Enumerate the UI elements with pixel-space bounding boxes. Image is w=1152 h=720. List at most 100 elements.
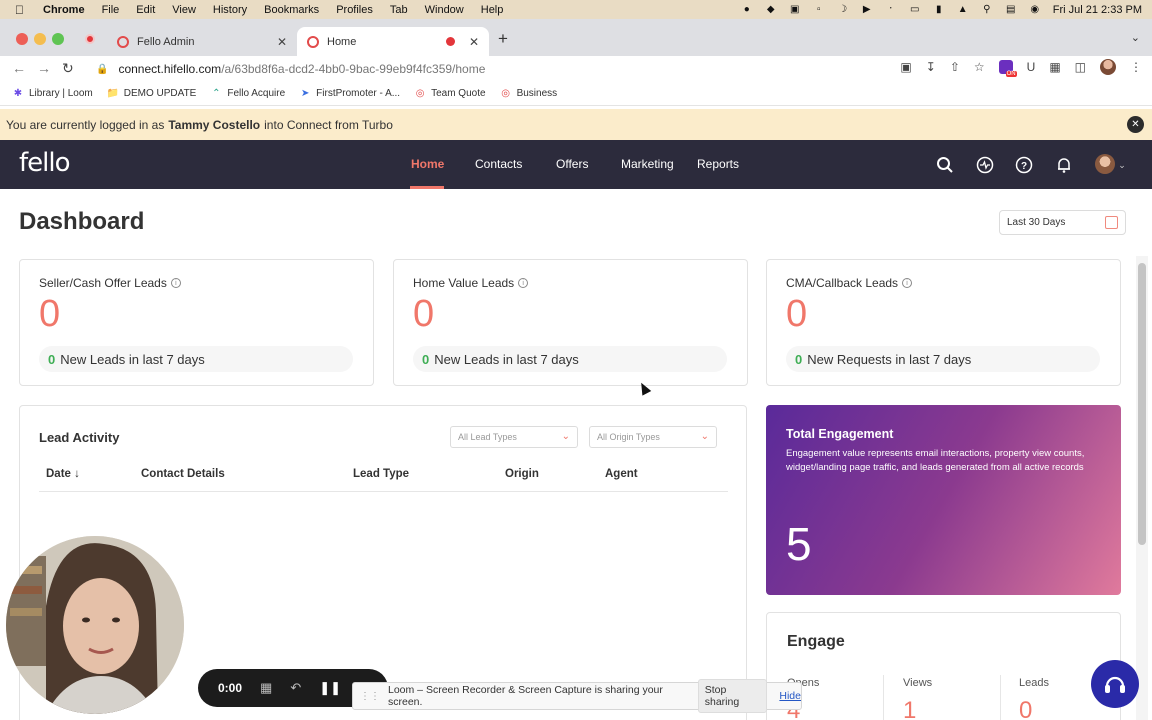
nav-reports[interactable]: Reports	[697, 157, 739, 171]
spotlight-search-icon[interactable]: ⚲	[981, 4, 993, 15]
profile-avatar[interactable]	[1100, 59, 1116, 75]
tab-title: Home	[327, 35, 357, 48]
bookmark-demo-update[interactable]: 📁 DEMO UPDATE	[107, 88, 197, 100]
drag-handle-icon[interactable]: ⋮⋮	[360, 691, 380, 702]
menu-bookmarks[interactable]: Bookmarks	[264, 4, 319, 16]
menu-profiles[interactable]: Profiles	[336, 4, 373, 16]
recording-indicator-icon	[85, 34, 95, 44]
lock-icon[interactable]: 🔒	[96, 64, 108, 75]
siri-icon[interactable]: ◉	[1029, 4, 1041, 15]
fello-circle-icon: ◎	[501, 88, 510, 99]
info-icon[interactable]: i	[170, 278, 181, 288]
nav-marketing[interactable]: Marketing	[621, 157, 674, 171]
menu-file[interactable]: File	[102, 4, 120, 16]
bookmark-star-icon[interactable]: ☆	[974, 60, 985, 74]
extension-u-icon[interactable]: U	[1027, 60, 1036, 74]
wifi-icon[interactable]: ▲	[957, 4, 969, 15]
tab-home[interactable]: Home ✕	[297, 27, 489, 56]
tab-close-icon[interactable]: ✕	[469, 35, 479, 49]
date-range-picker[interactable]: Last 30 Days	[999, 210, 1126, 235]
control-center-icon[interactable]: ▤	[1005, 4, 1017, 15]
bookmark-team-quote[interactable]: ◎ Team Quote	[414, 88, 486, 100]
column-header-date[interactable]: Date ↓	[46, 468, 80, 480]
menu-history[interactable]: History	[213, 4, 247, 16]
bookmark-library-loom[interactable]: ✱ Library | Loom	[12, 88, 93, 100]
engage-divider	[1000, 675, 1001, 720]
origin-type-filter[interactable]: All Origin Types ⌄	[589, 426, 717, 448]
window-close-button[interactable]	[16, 33, 28, 45]
stop-sharing-button[interactable]: Stop sharing	[697, 679, 768, 713]
display-icon[interactable]: ▭	[909, 4, 921, 15]
stat-label: Seller/Cash Offer Leads	[39, 276, 167, 290]
help-icon[interactable]: ?	[1014, 155, 1034, 175]
app-nav-bar: fello Home Contacts Offers Marketing Rep…	[0, 140, 1152, 189]
bookmarks-bar: ✱ Library | Loom 📁 DEMO UPDATE ⌃ Fello Acqu…	[0, 82, 1152, 106]
dropbox-icon[interactable]: ◆	[765, 4, 777, 15]
nav-offers[interactable]: Offers	[556, 157, 588, 171]
banner-close-icon[interactable]: ✕	[1127, 116, 1144, 133]
kebab-menu-icon[interactable]: ⋮	[1130, 60, 1142, 74]
new-tab-button[interactable]: +	[498, 29, 508, 49]
apple-menu-icon[interactable]: 	[15, 3, 29, 17]
window-minimize-button[interactable]	[34, 33, 46, 45]
column-label: Date	[46, 468, 71, 480]
menu-window[interactable]: Window	[425, 4, 464, 16]
puzzle-icon[interactable]: ▦	[1049, 60, 1060, 74]
hide-link[interactable]: Hide	[779, 690, 801, 702]
menu-tab[interactable]: Tab	[390, 4, 408, 16]
battery-icon[interactable]: ▮	[933, 4, 945, 15]
calendar-icon[interactable]	[1105, 216, 1118, 229]
menu-view[interactable]: View	[172, 4, 196, 16]
extension-badge-icon[interactable]: ON	[998, 60, 1017, 77]
chevron-down-icon[interactable]: ⌄	[1116, 155, 1128, 175]
page-scrollbar-thumb[interactable]	[1138, 263, 1146, 545]
sidepanel-icon[interactable]: ◫	[1075, 60, 1086, 74]
microphone-icon[interactable]: ●	[741, 4, 753, 15]
sort-down-arrow-icon[interactable]: ↓	[74, 468, 80, 480]
nav-home[interactable]: Home	[411, 157, 444, 171]
loom-undo-icon[interactable]: ↶	[290, 680, 301, 696]
lead-type-filter[interactable]: All Lead Types ⌄	[450, 426, 578, 448]
loom-grid-icon[interactable]: ▦	[260, 680, 272, 696]
reload-icon[interactable]: ↻	[62, 60, 74, 77]
window-zoom-button[interactable]	[52, 33, 64, 45]
stat-new-count: 0	[422, 351, 430, 367]
search-icon[interactable]	[935, 155, 955, 175]
chat-support-button[interactable]	[1091, 660, 1139, 708]
forward-arrow-icon[interactable]: →	[37, 60, 51, 76]
bookmark-firstpromoter[interactable]: ➤ FirstPromoter - A...	[299, 88, 400, 100]
bluetooth-icon[interactable]: ᛫	[885, 4, 897, 15]
menu-help[interactable]: Help	[481, 4, 504, 16]
engage-title: Engage	[787, 633, 845, 650]
tab-fello-admin[interactable]: Fello Admin ✕	[107, 27, 297, 56]
share-icon[interactable]: ⇧	[950, 60, 960, 74]
info-icon[interactable]: i	[518, 278, 529, 288]
tab-search-chevron-icon[interactable]: ⌄	[1131, 31, 1140, 44]
lead-type-filter-value: All Lead Types	[458, 432, 517, 442]
moon-icon[interactable]: ☽	[837, 4, 849, 15]
back-arrow-icon[interactable]: ←	[12, 60, 26, 76]
camera-icon[interactable]: ▣	[900, 60, 911, 74]
screen-icon[interactable]: ▫	[813, 4, 825, 15]
bookmark-business[interactable]: ◎ Business	[500, 88, 557, 100]
svg-text:?: ?	[1021, 161, 1027, 172]
menu-app-name[interactable]: Chrome	[43, 4, 85, 16]
menu-edit[interactable]: Edit	[136, 4, 155, 16]
fello-logo[interactable]: fello	[19, 148, 71, 178]
activity-icon[interactable]	[975, 155, 995, 175]
loom-webcam-bubble[interactable]	[6, 536, 184, 714]
user-avatar[interactable]	[1095, 154, 1115, 174]
address-bar[interactable]: 🔒 connect.hifello.com/a/63bd8f6a-dcd2-4b…	[88, 58, 978, 80]
info-icon[interactable]: i	[902, 278, 913, 288]
nav-contacts[interactable]: Contacts	[475, 157, 522, 171]
menubar-clock[interactable]: Fri Jul 21 2:33 PM	[1053, 4, 1142, 16]
bell-icon[interactable]	[1054, 155, 1074, 175]
bookmark-fello-acquire[interactable]: ⌃ Fello Acquire	[210, 88, 285, 100]
tab-close-icon[interactable]: ✕	[277, 35, 287, 49]
impersonation-banner: You are currently logged in as Tammy Cos…	[0, 109, 1152, 140]
play-icon[interactable]: ▶	[861, 4, 873, 15]
fello-circle-icon: ◎	[415, 88, 425, 99]
loom-pause-icon[interactable]: ❚❚	[319, 680, 341, 696]
notion-icon[interactable]: ▣	[789, 4, 801, 15]
install-app-icon[interactable]: ↧	[926, 60, 936, 74]
